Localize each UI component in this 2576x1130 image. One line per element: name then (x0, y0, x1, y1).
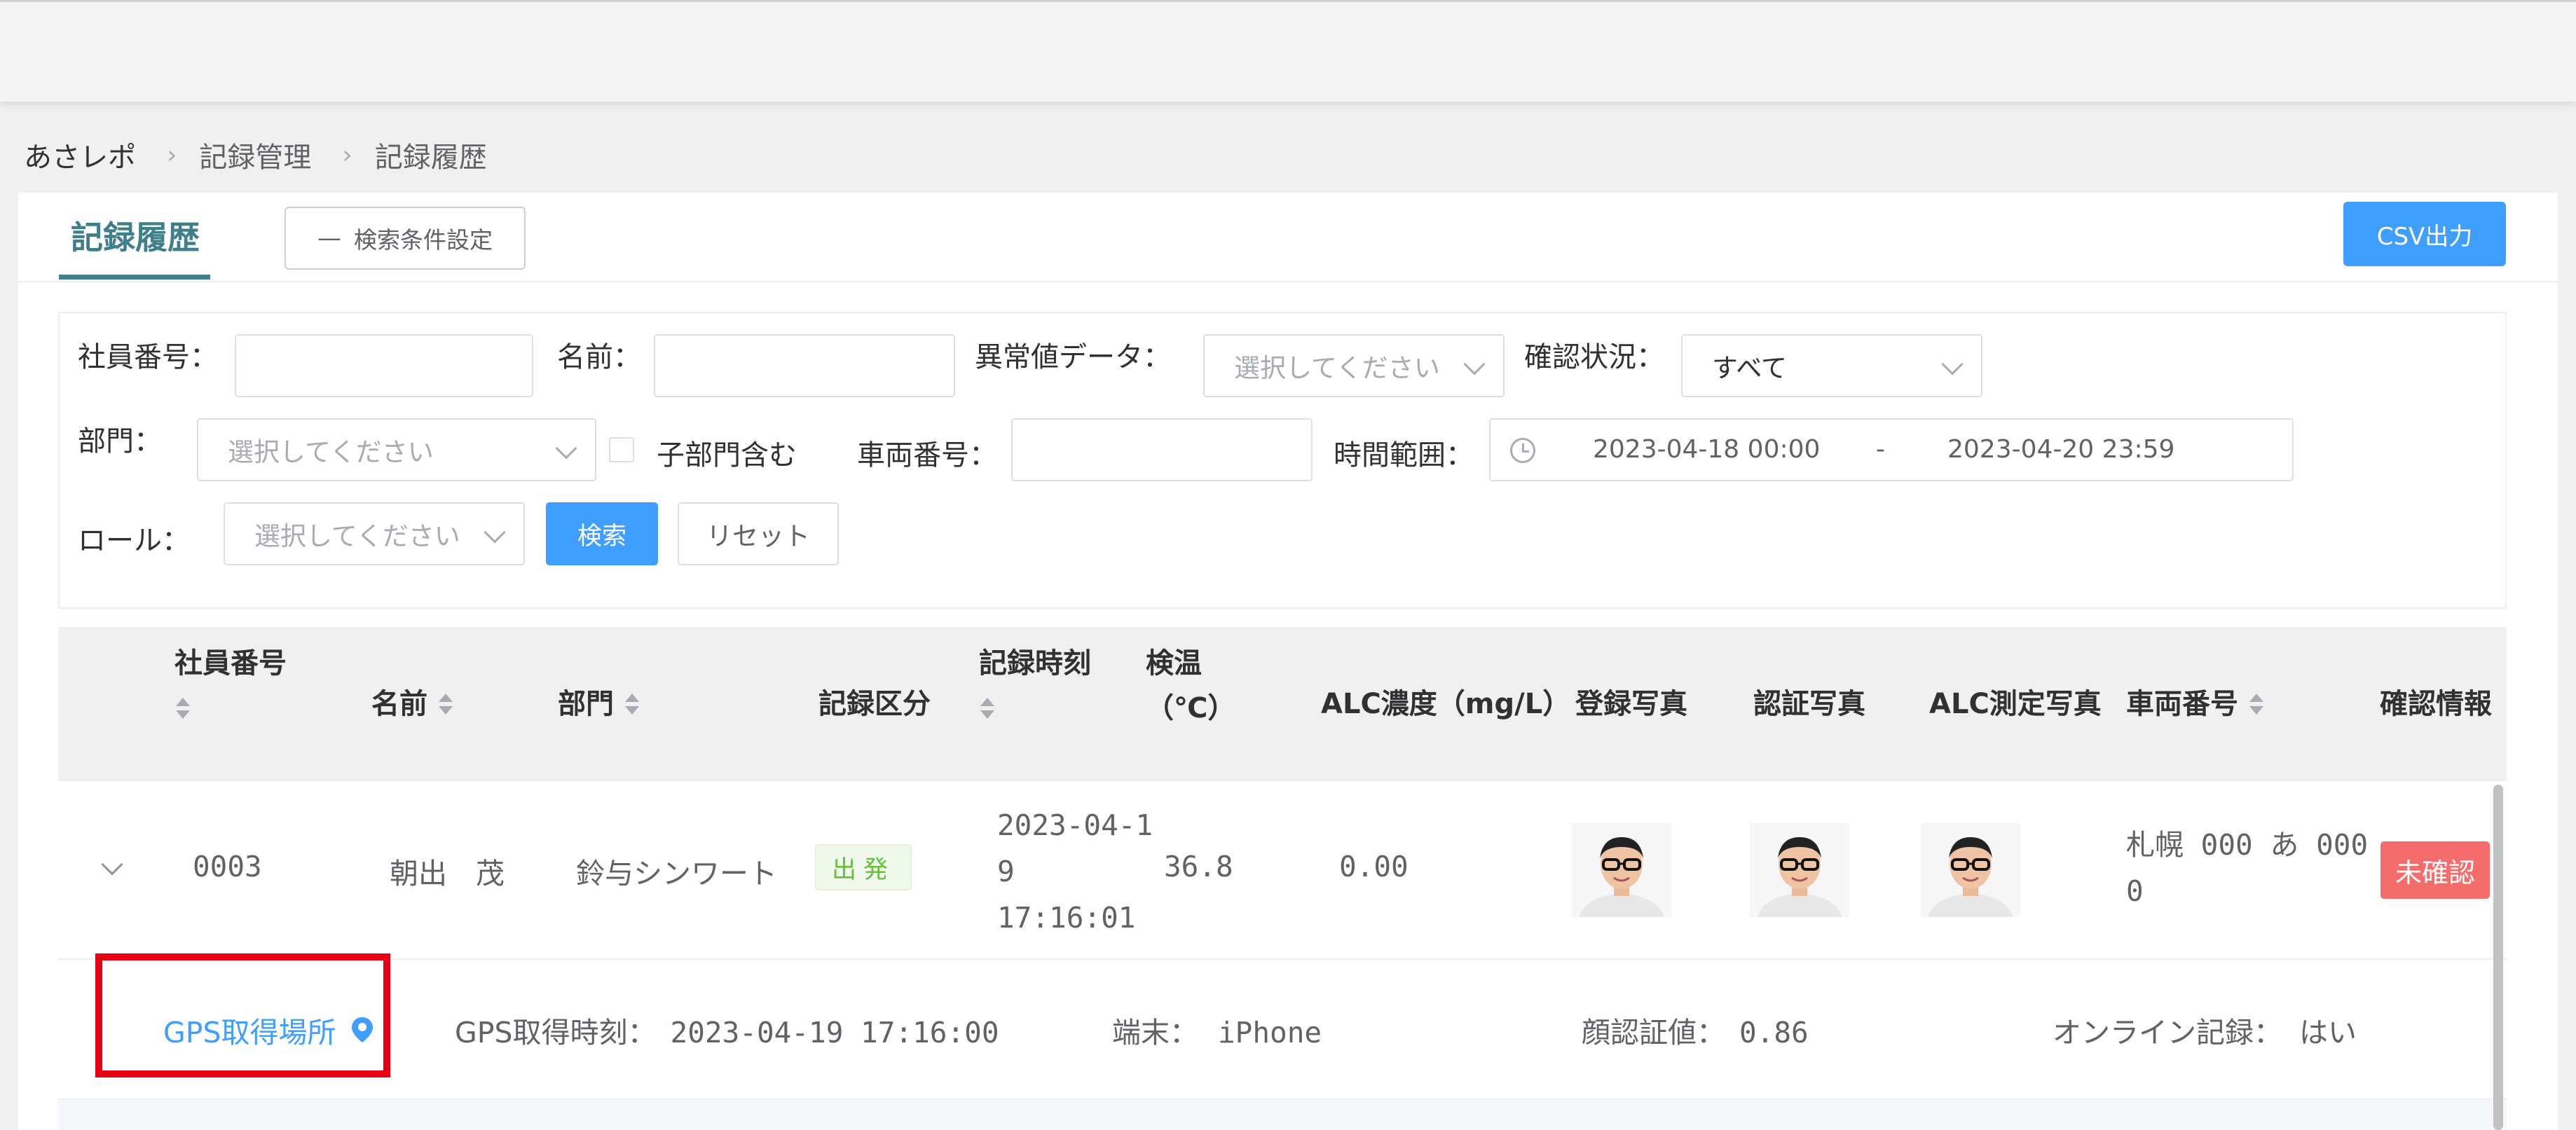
sort-icon[interactable] (2248, 694, 2263, 717)
table-row (58, 1100, 2507, 1130)
column-header-employee-no[interactable]: 社員番号 (174, 641, 287, 731)
person-photo-icon (1921, 823, 2020, 917)
column-header-alc-photo: ALC測定写真 (1929, 688, 2102, 720)
vehicle-no-input[interactable] (1011, 418, 1313, 481)
confirm-status-select[interactable]: すべて (1681, 334, 1982, 397)
minus-icon: — (317, 224, 341, 252)
role-select-placeholder: 選択してください (254, 521, 460, 551)
cell-record-time: 2023-04-1 9 17:16:01 (997, 808, 1153, 935)
cell-name: 朝出 茂 (390, 857, 505, 890)
clock-icon (1510, 438, 1535, 463)
chevron-down-icon (1463, 353, 1486, 375)
include-sub-departments-checkbox[interactable] (609, 437, 634, 462)
person-photo-icon (1750, 823, 1849, 917)
include-sub-departments-label: 子部門含む (657, 439, 797, 471)
time-range-start[interactable]: 2023-04-18 00:00 (1593, 435, 1820, 464)
expanded-detail-row: GPS取得場所 GPS取得時刻： 2023-04-19 17:16:00 端末： i… (58, 960, 2507, 1100)
column-header-name[interactable]: 名前 (371, 682, 453, 726)
table-scrollbar[interactable] (2493, 785, 2503, 1130)
role-label: ロール： (78, 525, 190, 557)
table-row[interactable]: 0003 朝出 茂 鈴与シンワート 出発 2023-04-1 9 17:16:01 … (58, 781, 2507, 960)
anomaly-label: 異常値データ： (975, 341, 1171, 373)
main-card: 記録履歴 — 検索条件設定 CSV出力 社員番号： 名前： 異常値データ： 選択… (18, 193, 2558, 1130)
employee-no-input[interactable] (235, 334, 533, 397)
column-header-department[interactable]: 部門 (558, 682, 639, 726)
alc-photo-thumbnail[interactable] (1921, 823, 2020, 917)
column-header-record-time[interactable]: 記録時刻 (979, 641, 1091, 731)
column-header-confirm-info: 確認情報 (2380, 688, 2492, 720)
time-range-picker[interactable]: 2023-04-18 00:00 - 2023-04-20 23:59 (1489, 418, 2294, 481)
anomaly-select-placeholder: 選択してください (1234, 353, 1440, 383)
employee-no-label: 社員番号： (78, 341, 218, 373)
name-input[interactable] (654, 334, 955, 397)
sort-icon[interactable] (979, 698, 994, 722)
csv-export-button[interactable]: CSV出力 (2343, 202, 2506, 266)
online-record-item: オンライン記録： はい (2053, 1016, 2357, 1049)
time-range-end[interactable]: 2023-04-20 23:59 (1947, 435, 2174, 464)
search-conditions-label: 検索条件設定 (354, 226, 493, 254)
cell-employee-no: 0003 (193, 850, 262, 883)
confirm-status-label: 確認状況： (1524, 341, 1664, 373)
department-select[interactable]: 選択してください (197, 418, 596, 481)
cell-temperature: 36.8 (1164, 850, 1233, 883)
gps-location-link[interactable]: GPS取得場所 (163, 1009, 374, 1051)
chevron-down-icon[interactable] (101, 853, 123, 876)
gps-time-item: GPS取得時刻： 2023-04-19 17:16:00 (455, 1016, 999, 1049)
role-select[interactable]: 選択してください (224, 502, 525, 565)
column-header-temperature: 検温 （℃） (1146, 647, 1236, 724)
department-select-placeholder: 選択してください (228, 437, 434, 467)
chevron-down-icon (484, 521, 506, 544)
tab-header: 記録履歴 — 検索条件設定 CSV出力 (18, 193, 2558, 282)
time-range-label: 時間範囲： (1334, 439, 1474, 471)
confirm-status-badge[interactable]: 未確認 (2380, 841, 2490, 899)
person-photo-icon (1572, 823, 1671, 917)
face-auth-item: 顔認証値： 0.86 (1582, 1016, 1809, 1049)
time-range-separator: - (1876, 435, 1885, 464)
filter-panel: 社員番号： 名前： 異常値データ： 選択してください 確認状況： すべて 部門：… (58, 312, 2507, 609)
breadcrumb-item-record-history: 記録履歴 (374, 142, 487, 174)
table-header: 社員番号 名前 部門 記録区分 記録時刻 検温 （℃） ALC濃度（mg/L） 登… (58, 627, 2507, 781)
record-type-tag: 出発 (815, 844, 912, 890)
location-pin-icon (351, 1017, 373, 1042)
tab-record-history[interactable]: 記録履歴 (71, 212, 200, 259)
breadcrumb-home[interactable]: あさレポ (24, 135, 136, 175)
tab-active-indicator (59, 275, 210, 280)
breadcrumb-separator-icon: › (342, 140, 352, 170)
sort-icon[interactable] (174, 698, 190, 722)
search-button[interactable]: 検索 (546, 502, 658, 565)
breadcrumb-separator-icon: › (167, 140, 177, 170)
auth-photo-thumbnail[interactable] (1750, 823, 1849, 917)
cell-vehicle-no: 札幌 000 あ 000 0 (2126, 828, 2369, 908)
column-header-record-type: 記録区分 (818, 688, 931, 720)
confirm-status-value: すべて (1712, 353, 1787, 383)
anomaly-select[interactable]: 選択してください (1203, 334, 1505, 397)
cell-alc: 0.00 (1339, 850, 1409, 883)
breadcrumb: あさレポ › 記録管理 › 記録履歴 (24, 135, 487, 175)
breadcrumb-item-record-management[interactable]: 記録管理 (199, 135, 311, 175)
name-label: 名前： (557, 341, 641, 373)
column-header-alc: ALC濃度（mg/L） (1321, 688, 1571, 720)
device-item: 端末： iPhone (1112, 1016, 1322, 1049)
column-header-auth-photo: 認証写真 (1753, 688, 1865, 720)
cell-department: 鈴与シンワート (576, 857, 777, 890)
column-header-vehicle-no[interactable]: 車両番号 (2126, 682, 2263, 726)
sort-icon[interactable] (624, 694, 639, 717)
registered-photo-thumbnail[interactable] (1572, 823, 1671, 917)
search-conditions-toggle-button[interactable]: — 検索条件設定 (285, 207, 526, 270)
column-header-registered-photo: 登録写真 (1575, 688, 1687, 720)
reset-button[interactable]: リセット (678, 502, 839, 565)
chevron-down-icon (555, 437, 577, 460)
sort-icon[interactable] (437, 694, 453, 717)
department-label: 部門： (78, 425, 162, 457)
chevron-down-icon (1941, 353, 1964, 375)
top-header-bar (0, 0, 2576, 102)
vehicle-no-label: 車両番号： (857, 439, 997, 471)
